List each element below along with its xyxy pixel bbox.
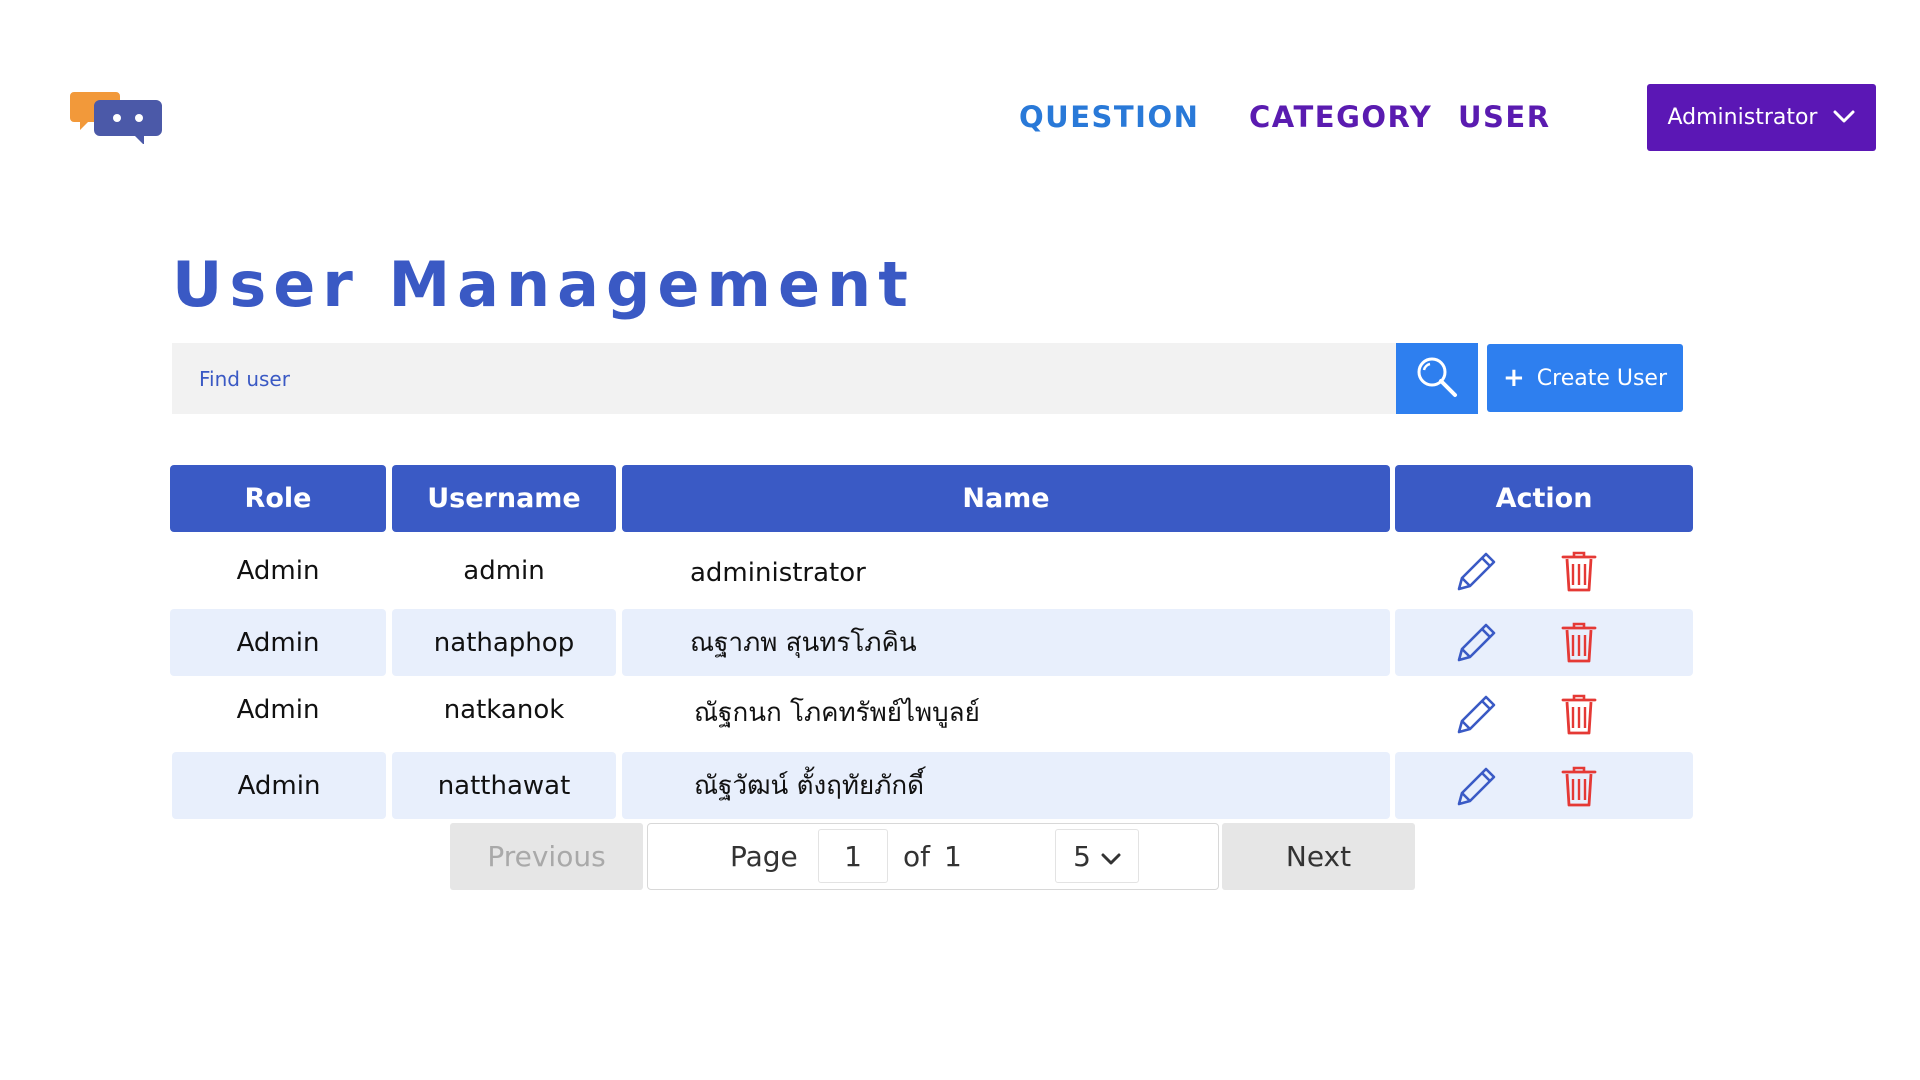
administrator-menu-button[interactable]: Administrator bbox=[1647, 84, 1876, 151]
table-row-name: ณัฐกนก โภคทรัพย์ไพบูลย์ bbox=[694, 697, 980, 728]
table-row-username: nathaphop bbox=[392, 609, 616, 676]
nav-category[interactable]: CATEGORY bbox=[1249, 100, 1432, 134]
page-size-select[interactable]: 5 bbox=[1055, 829, 1139, 883]
delete-icon[interactable] bbox=[1554, 761, 1604, 811]
table-row-action-cell bbox=[1395, 609, 1693, 676]
header-role: Role bbox=[170, 465, 386, 532]
page-size-value: 5 bbox=[1073, 839, 1091, 873]
table-row-name: administrator bbox=[690, 558, 866, 588]
chevron-down-icon bbox=[1833, 105, 1855, 130]
delete-icon[interactable] bbox=[1554, 689, 1604, 739]
edit-icon[interactable] bbox=[1452, 761, 1502, 811]
next-page-button[interactable]: Next bbox=[1222, 823, 1415, 890]
table-row-role: Admin bbox=[170, 609, 386, 676]
header-name: Name bbox=[622, 465, 1390, 532]
delete-icon[interactable] bbox=[1554, 546, 1604, 596]
page-label: Page bbox=[730, 840, 798, 873]
page-number-input[interactable] bbox=[818, 829, 888, 883]
edit-icon[interactable] bbox=[1452, 617, 1502, 667]
create-user-label: Create User bbox=[1536, 365, 1668, 391]
previous-page-button[interactable]: Previous bbox=[450, 823, 643, 890]
delete-icon[interactable] bbox=[1554, 617, 1604, 667]
page-indicator: Page of 1 5 bbox=[647, 823, 1219, 890]
table-row-role: Admin bbox=[236, 695, 320, 725]
chevron-down-icon bbox=[1101, 840, 1121, 873]
nav-user[interactable]: USER bbox=[1458, 100, 1551, 134]
of-label: of bbox=[903, 840, 930, 873]
search-button[interactable] bbox=[1396, 343, 1478, 414]
table-row-role: Admin bbox=[236, 556, 320, 586]
search-input[interactable] bbox=[172, 343, 1396, 414]
table-row-name: ณัฐวัฒน์ ตั้งฤทัยภักดี์ bbox=[622, 752, 1390, 819]
total-pages: 1 bbox=[944, 840, 962, 873]
edit-icon[interactable] bbox=[1452, 689, 1502, 739]
plus-icon: + bbox=[1502, 363, 1525, 393]
edit-icon[interactable] bbox=[1452, 546, 1502, 596]
table-row-name: ณฐาภพ สุนทรโภคิน bbox=[622, 609, 1390, 676]
nav-question[interactable]: QUESTION bbox=[1019, 100, 1199, 134]
table-row-username: natthawat bbox=[392, 752, 616, 819]
search-icon bbox=[1415, 355, 1459, 402]
header-username: Username bbox=[392, 465, 616, 532]
table-row-username: natkanok bbox=[443, 695, 565, 725]
table-row-action-cell bbox=[1395, 752, 1693, 819]
create-user-button[interactable]: + Create User bbox=[1487, 344, 1683, 412]
header-action: Action bbox=[1395, 465, 1693, 532]
page-title: User Management bbox=[172, 248, 915, 321]
app-logo[interactable] bbox=[70, 88, 162, 145]
administrator-menu-label: Administrator bbox=[1667, 105, 1818, 130]
table-row-username: admin bbox=[463, 556, 545, 586]
table-row-role: Admin bbox=[172, 752, 386, 819]
